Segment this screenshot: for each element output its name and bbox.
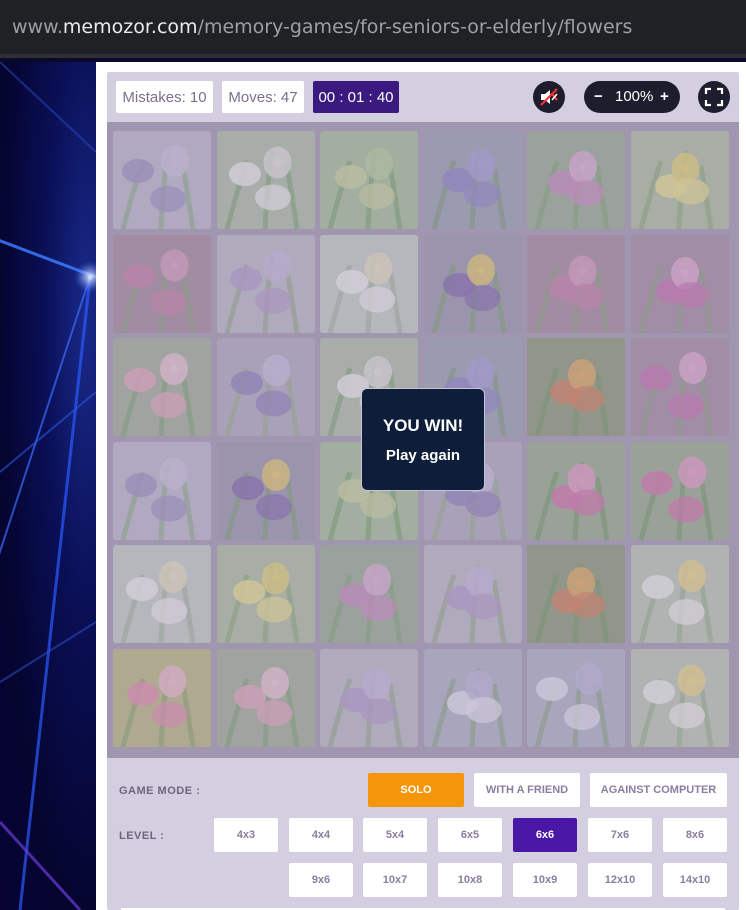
level-4x3-button[interactable]: 4x3 <box>214 818 278 852</box>
game-timer: 00 : 01 : 40 <box>313 81 399 113</box>
level-6x5-button[interactable]: 6x5 <box>438 818 502 852</box>
level-4x4-button[interactable]: 4x4 <box>289 818 353 852</box>
level-8x6-button[interactable]: 8x6 <box>663 818 727 852</box>
level-10x7-button[interactable]: 10x7 <box>363 863 427 897</box>
fullscreen-button[interactable] <box>698 81 730 113</box>
mode-computer-button[interactable]: AGAINST COMPUTER <box>590 773 727 807</box>
level-9x6-button[interactable]: 9x6 <box>289 863 353 897</box>
game-container: Mistakes: 10 Moves: 47 00 : 01 : 40 − 10… <box>96 62 746 910</box>
level-6x6-button[interactable]: 6x6 <box>513 818 577 852</box>
win-dialog[interactable]: YOU WIN! Play again <box>361 388 485 491</box>
sound-toggle-button[interactable] <box>533 81 565 113</box>
level-label: LEVEL : <box>119 830 165 842</box>
level-10x8-button[interactable]: 10x8 <box>438 863 502 897</box>
zoom-level: 100% <box>615 88 654 105</box>
background-art <box>0 62 96 910</box>
level-7x6-button[interactable]: 7x6 <box>588 818 652 852</box>
speaker-muted-icon <box>540 88 558 106</box>
fullscreen-icon <box>704 87 724 107</box>
moves-counter: Moves: 47 <box>222 81 304 113</box>
zoom-out-button[interactable]: − <box>594 88 603 105</box>
mode-friend-button[interactable]: WITH A FRIEND <box>474 773 580 807</box>
level-14x10-button[interactable]: 14x10 <box>663 863 727 897</box>
play-again-button[interactable]: Play again <box>362 447 484 464</box>
level-10x9-button[interactable]: 10x9 <box>513 863 577 897</box>
zoom-in-button[interactable]: + <box>660 88 669 105</box>
url-text[interactable]: www.memozor.com/memory-games/for-seniors… <box>12 16 632 38</box>
browser-url-bar[interactable]: www.memozor.com/memory-games/for-seniors… <box>0 0 746 58</box>
mistakes-counter: Mistakes: 10 <box>116 81 213 113</box>
game-mode-label: GAME MODE : <box>119 785 201 797</box>
level-12x10-button[interactable]: 12x10 <box>588 863 652 897</box>
mode-solo-button[interactable]: SOLO <box>368 773 464 807</box>
game-panel: Mistakes: 10 Moves: 47 00 : 01 : 40 − 10… <box>107 72 739 910</box>
zoom-control: − 100% + <box>584 81 680 113</box>
level-5x4-button[interactable]: 5x4 <box>363 818 427 852</box>
win-title: YOU WIN! <box>382 416 464 435</box>
